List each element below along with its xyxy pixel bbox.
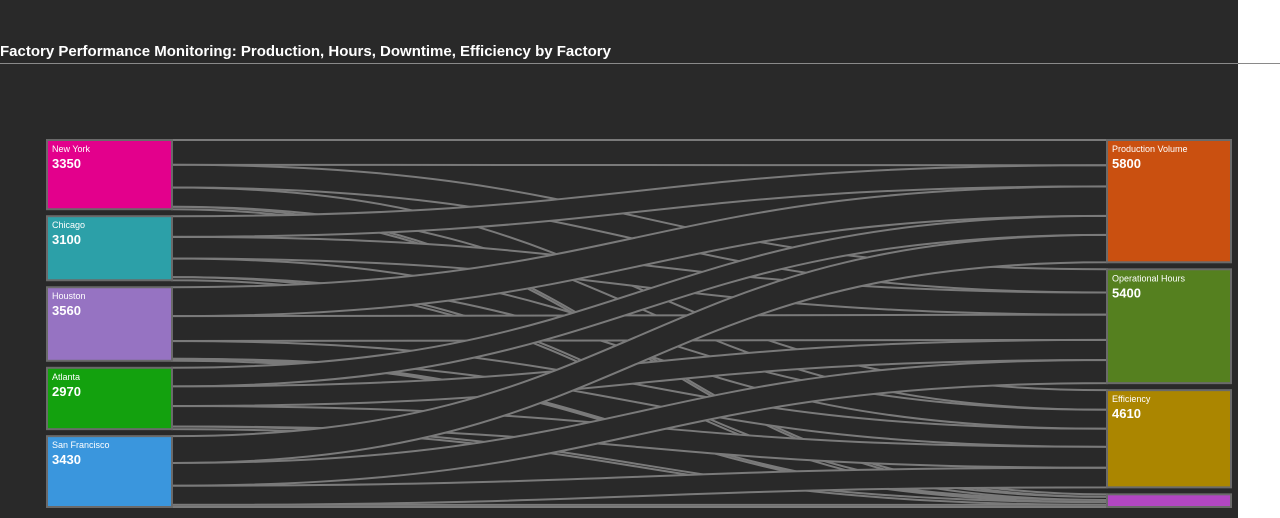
- source-node-houston[interactable]: Houston 3560: [46, 286, 173, 362]
- node-label: Houston: [52, 291, 86, 301]
- link-new-york-to-production-volume[interactable]: [171, 138, 1108, 167]
- node-value: 3430: [52, 452, 81, 467]
- node-label: Atlanta: [52, 372, 80, 382]
- node-value: 3560: [52, 303, 81, 318]
- source-node-new-york[interactable]: New York 3350: [46, 139, 173, 211]
- node-label: New York: [52, 144, 91, 154]
- node-value: 2970: [52, 384, 81, 399]
- node-value: 5400: [1112, 285, 1141, 300]
- target-node-efficiency[interactable]: Efficiency 4610: [1106, 389, 1232, 489]
- node-rect[interactable]: [1106, 493, 1232, 509]
- node-value: 3350: [52, 156, 81, 171]
- target-node-production-volume[interactable]: Production Volume 5800: [1106, 139, 1232, 264]
- node-label: Efficiency: [1112, 394, 1151, 404]
- node-value: 3100: [52, 232, 81, 247]
- node-value: 5800: [1112, 156, 1141, 171]
- source-node-san-francisco[interactable]: San Francisco 3430: [46, 435, 173, 509]
- sankey-chart: New York 3350 Chicago 3100 Houston 3560 Atlant…: [46, 138, 1232, 509]
- source-node-atlanta[interactable]: Atlanta 2970: [46, 366, 173, 431]
- target-node-unnamed[interactable]: [1106, 493, 1232, 509]
- node-label: San Francisco: [52, 440, 110, 450]
- node-label: Production Volume: [1112, 144, 1188, 154]
- node-value: 4610: [1112, 406, 1141, 421]
- target-node-operational-hours[interactable]: Operational Hours 5400: [1106, 268, 1232, 385]
- node-label: Operational Hours: [1112, 273, 1186, 283]
- link-layer: [171, 138, 1108, 509]
- source-node-chicago[interactable]: Chicago 3100: [46, 215, 173, 282]
- node-label: Chicago: [52, 220, 85, 230]
- link-san-francisco-to-unnamed[interactable]: [171, 503, 1108, 509]
- node-rect[interactable]: [1106, 389, 1232, 489]
